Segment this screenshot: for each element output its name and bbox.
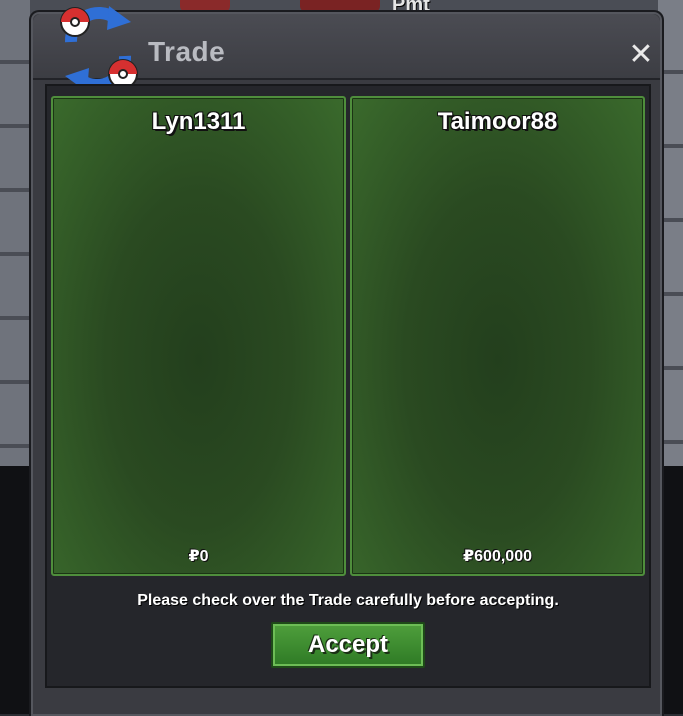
money-offer: ₽0 [188, 548, 209, 565]
money-offer: ₽600,000 [463, 548, 532, 565]
close-icon: ✕ [628, 38, 654, 71]
close-button[interactable]: ✕ [626, 40, 656, 70]
window-title: Trade [148, 36, 226, 67]
accept-button[interactable]: Accept [271, 622, 425, 668]
trade-window: Trade ✕ Lyn1311 ₽0 Taimoor88 ₽600,000 Pl… [29, 6, 664, 716]
trade-panel-partner: Taimoor88 ₽600,000 [350, 96, 645, 576]
trade-swap-icon [60, 6, 138, 92]
trade-notice: Please check over the Trade carefully be… [137, 592, 559, 609]
player-name: Lyn1311 [151, 108, 246, 135]
player-name: Taimoor88 [437, 108, 558, 135]
trade-content: Lyn1311 ₽0 Taimoor88 ₽600,000 Please che… [45, 84, 651, 688]
world-wall-left [0, 0, 30, 470]
trade-panel-self: Lyn1311 ₽0 [51, 96, 346, 576]
